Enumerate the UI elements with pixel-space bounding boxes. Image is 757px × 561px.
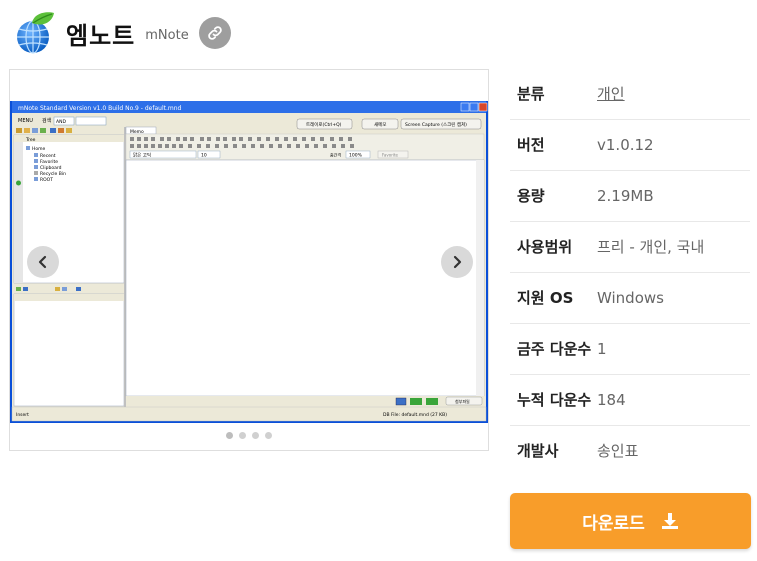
tree-item: Recent xyxy=(40,153,56,159)
info-label: 분류 xyxy=(517,85,545,103)
font-size: 10 xyxy=(201,153,207,159)
info-label: 지원 OS xyxy=(517,289,574,307)
info-label: 누적 다운수 xyxy=(517,391,592,409)
info-row-size: 용량 2.19MB xyxy=(510,171,750,222)
tree-item: Favorite xyxy=(40,159,58,165)
category-link[interactable]: 개인 xyxy=(597,82,750,106)
info-row-weekly-downloads: 금주 다운수 1 xyxy=(510,324,750,375)
info-value: 184 xyxy=(597,391,626,409)
menu-label: MENU xyxy=(18,118,33,124)
share-link-button[interactable] xyxy=(198,17,231,49)
download-icon xyxy=(661,512,679,530)
status-left: Insert xyxy=(16,412,29,418)
pagination-dot[interactable] xyxy=(239,432,246,439)
globe-leaf-icon xyxy=(17,12,54,54)
shortcut-button: 트레이로(Ctrl+Q) xyxy=(306,121,342,128)
tree-item: Clipboard xyxy=(40,165,62,171)
info-row-category: 분류 개인 xyxy=(510,69,750,120)
tree-item: Recycle Bin xyxy=(40,171,66,177)
info-row-version: 버전 v1.0.12 xyxy=(510,120,750,171)
info-label: 사용범위 xyxy=(517,238,573,256)
info-label: 개발사 xyxy=(517,442,559,460)
gallery-next-button[interactable] xyxy=(441,246,473,278)
window-title: mNote Standard Version v1.0 Build No.9 -… xyxy=(18,105,182,112)
download-label: 다운로드 xyxy=(582,513,645,534)
chevron-left-icon xyxy=(38,255,47,269)
info-row-os: 지원 OS Windows xyxy=(510,273,750,324)
search-label: 검색 xyxy=(42,117,52,124)
info-row-developer: 개발사 송인표 xyxy=(510,426,750,476)
info-label: 버전 xyxy=(517,136,545,154)
app-screenshot: mNote Standard Version v1.0 Build No.9 -… xyxy=(10,101,488,423)
info-row-license: 사용범위 프리 - 개인, 국내 xyxy=(510,222,750,273)
tree-item: Home xyxy=(32,146,46,152)
tree-item: ROOT xyxy=(40,177,53,183)
info-label: 용량 xyxy=(517,187,545,205)
status-right: DB File: default.mnd (27 KB) xyxy=(383,412,447,418)
pagination-dot[interactable] xyxy=(252,432,259,439)
info-value: 프리 - 개인, 국내 xyxy=(597,238,705,256)
app-info-table: 분류 개인 버전 v1.0.12 용량 2.19MB 사용범위 프리 - 개인,… xyxy=(510,69,750,476)
gallery-pagination xyxy=(10,432,488,439)
screenshot-gallery: mNote Standard Version v1.0 Build No.9 -… xyxy=(9,69,489,451)
screen-capture-button: Screen Capture (스크린 캡쳐) xyxy=(405,121,467,128)
pagination-dot[interactable] xyxy=(265,432,272,439)
info-label: 금주 다운수 xyxy=(517,340,592,358)
info-value: Windows xyxy=(597,289,664,307)
app-subtitle: mNote xyxy=(145,27,189,43)
attach-button: 첨부파일 xyxy=(455,398,470,404)
app-header: 엠노트 mNote xyxy=(12,10,231,56)
info-value: 2.19MB xyxy=(597,187,654,205)
download-button[interactable]: 다운로드 xyxy=(510,493,751,549)
zoom-value: 100% xyxy=(349,153,363,159)
info-value: 송인표 xyxy=(597,442,639,460)
new-memo-button: 새메모 xyxy=(374,121,386,128)
tree-header: Tree xyxy=(25,137,36,143)
zoom-label: 줌간격 xyxy=(330,152,341,158)
info-row-total-downloads: 누적 다운수 184 xyxy=(510,375,750,426)
search-mode: AND xyxy=(56,119,66,125)
font-name: 맑은 고딕 xyxy=(133,152,151,159)
info-value: 1 xyxy=(597,340,607,358)
app-title: 엠노트 xyxy=(66,21,136,50)
link-icon xyxy=(207,26,222,40)
pagination-dot[interactable] xyxy=(226,432,233,439)
gallery-prev-button[interactable] xyxy=(27,246,59,278)
chevron-right-icon xyxy=(453,255,462,269)
favorite-label: Favorite xyxy=(382,153,399,158)
info-value: v1.0.12 xyxy=(597,136,654,154)
